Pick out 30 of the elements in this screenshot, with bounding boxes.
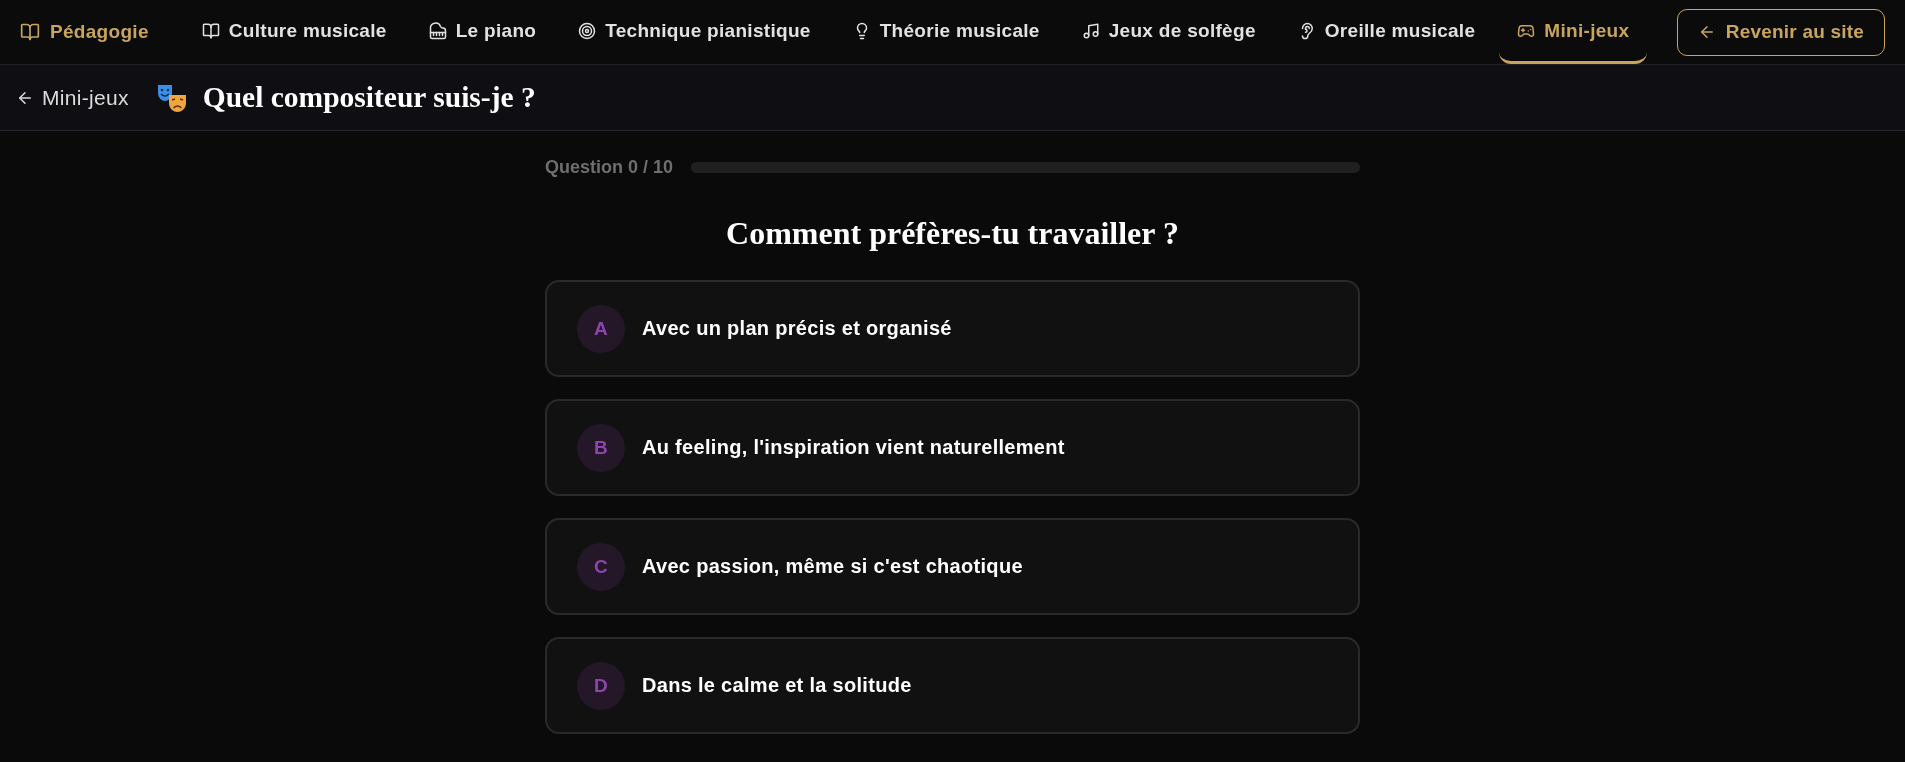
back-link[interactable]: Mini-jeux [16, 85, 129, 110]
progress-label: Question 0 / 10 [545, 157, 674, 178]
option-letter: A [577, 304, 625, 353]
option-letter: C [577, 542, 625, 591]
option-text: Avec passion, même si c'est chaotique [642, 555, 1023, 578]
nav-tab[interactable]: Jeux de solfège [1063, 0, 1274, 64]
game-title: Quel compositeur suis-je ? [202, 81, 536, 114]
music-note-icon [1081, 21, 1100, 40]
option-letter: B [577, 423, 625, 472]
brand-link[interactable]: Pédagogie [20, 21, 149, 43]
answer-option[interactable]: D Dans le calme et la solitude [545, 637, 1360, 734]
answer-option[interactable]: C Avec passion, même si c'est chaotique [545, 518, 1360, 615]
option-text: Dans le calme et la solitude [642, 674, 912, 697]
target-icon [578, 21, 597, 40]
piano-icon [428, 21, 447, 40]
book-icon [20, 22, 40, 42]
nav-tab[interactable]: Culture musicale [183, 0, 405, 64]
nav-tab[interactable]: Technique pianistique [560, 0, 829, 64]
option-text: Avec un plan précis et organisé [642, 317, 952, 340]
answer-option[interactable]: B Au feeling, l'inspiration vient naturellement [545, 399, 1360, 496]
back-to-site-button[interactable]: Revenir au site [1676, 8, 1885, 56]
nav-tab[interactable]: Oreille musicale [1279, 0, 1494, 64]
option-text: Au feeling, l'inspiration vient naturellement [642, 436, 1065, 459]
nav-tab[interactable]: Théorie musicale [834, 0, 1058, 64]
question-text: Comment préfères-tu travailler ? [725, 215, 1180, 252]
option-letter: D [577, 661, 625, 710]
answer-option[interactable]: A Avec un plan précis et organisé [545, 280, 1360, 377]
book-icon [201, 21, 220, 40]
theater-masks-icon [156, 82, 187, 113]
nav-tab[interactable]: Le piano [410, 0, 555, 64]
